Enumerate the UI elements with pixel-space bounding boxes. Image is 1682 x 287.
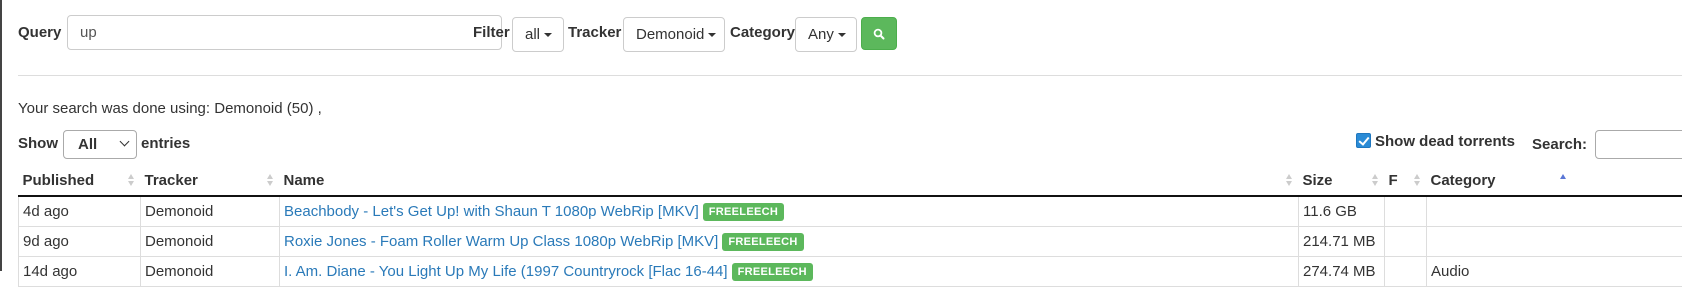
table-row: 14d ago Demonoid I. Am. Diane - You Ligh… [19,257,1682,287]
cell-tracker: Demonoid [141,196,280,227]
category-dropdown[interactable]: Any [795,17,857,52]
table-search-input[interactable] [1595,130,1682,159]
cell-f [1385,227,1427,257]
sort-icon [267,174,274,186]
table-row: 9d ago Demonoid Roxie Jones - Foam Rolle… [19,227,1682,257]
column-header-name[interactable]: Name [280,165,1299,196]
column-header-f[interactable]: F [1385,165,1427,196]
cell-f [1385,257,1427,287]
caret-down-icon [544,33,552,37]
cell-size: 274.74 MB [1299,257,1385,287]
search-info-text: Your search was done using: Demonoid (50… [18,100,322,117]
filter-dropdown[interactable]: all [512,17,564,52]
cell-published: 4d ago [19,196,141,227]
torrent-link[interactable]: I. Am. Diane - You Light Up My Life (199… [284,263,728,280]
chevron-down-icon [120,137,130,147]
cell-tracker: Demonoid [141,227,280,257]
filter-label: Filter [473,24,510,41]
cell-f [1385,196,1427,227]
freeleech-badge: FREELEECH [722,233,803,251]
column-header-category[interactable]: Category [1427,165,1682,196]
search-form: Query Filter all Tracker Demonoid Catego… [18,15,1218,52]
show-dead-torrents-label: Show dead torrents [1375,133,1515,150]
tracker-value: Demonoid [636,26,704,43]
left-border [0,0,2,271]
sort-icon [1414,174,1421,186]
sort-icon [1372,174,1379,186]
cell-size: 11.6 GB [1299,196,1385,227]
sort-asc-icon [1560,174,1567,186]
filter-value: all [525,26,540,43]
category-value: Any [808,26,834,43]
cell-size: 214.71 MB [1299,227,1385,257]
tracker-label: Tracker [568,24,621,41]
search-icon [873,28,885,40]
search-button[interactable] [861,17,897,50]
table-row: 4d ago Demonoid Beachbody - Let's Get Up… [19,196,1682,227]
tracker-dropdown[interactable]: Demonoid [623,17,725,52]
entries-select[interactable]: All [63,130,137,159]
column-header-tracker[interactable]: Tracker [141,165,280,196]
cell-published: 9d ago [19,227,141,257]
query-label: Query [18,24,61,41]
cell-name: Beachbody - Let's Get Up! with Shaun T 1… [280,196,1299,227]
caret-down-icon [838,33,846,37]
cell-category: Audio [1427,257,1682,287]
column-header-published[interactable]: Published [19,165,141,196]
caret-down-icon [708,33,716,37]
torrent-link[interactable]: Beachbody - Let's Get Up! with Shaun T 1… [284,203,699,220]
show-dead-torrents-checkbox[interactable] [1356,133,1371,148]
torrent-link[interactable]: Roxie Jones - Foam Roller Warm Up Class … [284,233,718,250]
sort-icon [128,174,135,186]
freeleech-badge: FREELEECH [732,263,813,281]
freeleech-badge: FREELEECH [703,203,784,221]
sort-icon [1286,174,1293,186]
cell-name: I. Am. Diane - You Light Up My Life (199… [280,257,1299,287]
cell-tracker: Demonoid [141,257,280,287]
cell-name: Roxie Jones - Foam Roller Warm Up Class … [280,227,1299,257]
column-header-size[interactable]: Size [1299,165,1385,196]
cell-category [1427,227,1682,257]
cell-published: 14d ago [19,257,141,287]
show-label: Show [18,135,58,152]
query-input[interactable] [67,15,502,50]
cell-category [1427,196,1682,227]
table-search-label: Search: [1532,136,1587,153]
entries-value: All [78,136,97,153]
divider [18,75,1682,76]
category-label: Category [730,24,795,41]
table-header-row: Published Tracker Name Size F Category [19,165,1682,196]
entries-label: entries [141,135,190,152]
results-table: Published Tracker Name Size F Category 4… [18,165,1682,287]
